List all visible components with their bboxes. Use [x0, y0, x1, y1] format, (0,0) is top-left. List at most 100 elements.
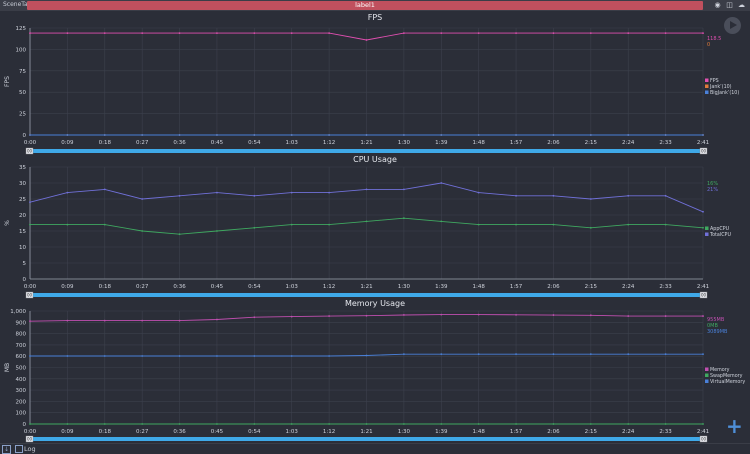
x-tick-label: 2:15: [585, 140, 598, 146]
data-point: [477, 191, 480, 194]
y-tick-label: 25: [19, 197, 26, 203]
x-tick-label: 1:03: [286, 284, 299, 290]
data-point: [29, 423, 31, 425]
x-tick-label: 2:06: [547, 429, 560, 435]
range-slider-right-label[interactable]: 00: [701, 437, 707, 442]
data-point: [253, 423, 256, 425]
data-point: [141, 198, 144, 200]
x-tick-label: 1:12: [323, 284, 335, 290]
y-tick-label: 15: [19, 229, 26, 235]
data-point: [328, 315, 331, 317]
x-tick-label: 1:48: [472, 429, 485, 435]
x-tick-label: 2:15: [585, 284, 598, 290]
data-point: [702, 210, 704, 213]
data-point: [253, 32, 256, 35]
y-axis-label: %: [4, 220, 11, 226]
data-point: [515, 313, 517, 316]
y-tick-label: 200: [16, 399, 27, 405]
legend-label: FPS: [710, 78, 719, 84]
legend-swatch: [705, 379, 709, 383]
data-point: [103, 423, 106, 425]
range-slider-left-label[interactable]: 00: [27, 149, 33, 154]
data-point: [365, 354, 368, 357]
charts-canvas: FPSFPS02550751001250:00 0:09 0:18 0:27 0:36 0…: [4, 13, 745, 443]
y-tick-label: 500: [16, 366, 27, 372]
range-slider-left-label[interactable]: 00: [27, 437, 33, 442]
data-point: [627, 134, 630, 136]
data-point: [702, 32, 704, 35]
y-tick-label: 700: [16, 343, 27, 349]
log-checkbox[interactable]: [15, 445, 23, 453]
data-point: [365, 134, 368, 136]
x-tick-label: 2:41: [697, 140, 709, 146]
data-point: [440, 182, 443, 184]
x-tick-label: 2:41: [697, 284, 709, 290]
data-point: [440, 220, 443, 223]
data-point: [178, 233, 181, 236]
range-slider-left-label[interactable]: 00: [27, 293, 33, 298]
x-tick-label: 1:30: [398, 284, 411, 290]
x-tick-label: 1:21: [360, 140, 372, 146]
data-point: [290, 223, 293, 226]
data-point: [103, 223, 106, 226]
chart-title: Memory Usage: [345, 299, 405, 308]
data-point: [66, 32, 69, 35]
data-point: [29, 355, 31, 357]
data-point: [664, 32, 667, 35]
data-point: [402, 134, 405, 136]
y-axis-label: FPS: [4, 76, 11, 87]
data-point: [515, 32, 517, 35]
range-slider-right-label[interactable]: 00: [701, 293, 707, 298]
data-point: [440, 134, 443, 136]
data-point: [66, 423, 69, 425]
data-point: [552, 223, 555, 226]
data-point: [290, 134, 293, 136]
data-point: [253, 226, 256, 229]
x-tick-label: 0:45: [211, 140, 224, 146]
data-point: [103, 32, 106, 35]
range-slider-right-label[interactable]: 00: [701, 149, 707, 154]
x-tick-label: 0:54: [248, 140, 261, 146]
legend-label: BigJank’(10): [710, 90, 739, 96]
range-slider-track[interactable]: [27, 437, 706, 441]
x-tick-label: 0:27: [136, 140, 149, 146]
data-point: [290, 315, 293, 318]
range-slider-track[interactable]: [27, 149, 706, 153]
legend-label: SwapMemory: [710, 373, 743, 379]
data-point: [477, 134, 480, 136]
x-tick-label: 1:48: [472, 284, 485, 290]
data-point: [589, 134, 592, 136]
y-tick-label: 300: [16, 388, 27, 394]
x-tick-label: 0:18: [99, 284, 112, 290]
legend-label: Memory: [710, 367, 730, 373]
data-point: [29, 134, 31, 136]
data-point: [178, 194, 181, 197]
y-tick-label: 100: [16, 411, 27, 417]
x-tick-label: 2:06: [547, 140, 560, 146]
x-tick-label: 0:00: [24, 284, 37, 290]
y-tick-label: 1,000: [10, 309, 26, 315]
add-icon[interactable]: +: [726, 414, 743, 438]
data-point: [328, 355, 331, 357]
data-point: [440, 423, 443, 425]
y-tick-label: 25: [19, 112, 26, 118]
data-point: [702, 226, 704, 229]
chart-title: CPU Usage: [353, 155, 397, 164]
data-point: [589, 226, 592, 229]
legend-label: VirtualMemory: [710, 379, 745, 385]
x-tick-label: 0:27: [136, 284, 149, 290]
legend-label: Jank’(10): [709, 84, 732, 90]
y-tick-label: 0: [23, 277, 27, 283]
data-point: [402, 32, 405, 35]
y-tick-label: 900: [16, 320, 27, 326]
legend-label: AppCPU: [710, 226, 730, 232]
x-tick-label: 0:09: [61, 140, 74, 146]
data-point: [365, 39, 368, 41]
data-point: [29, 201, 31, 204]
x-tick-label: 2:24: [622, 140, 635, 146]
data-point: [290, 191, 293, 194]
x-tick-label: 1:21: [360, 284, 372, 290]
x-tick-label: 2:15: [585, 429, 598, 435]
range-slider-track[interactable]: [27, 293, 706, 297]
chart-title: FPS: [368, 13, 383, 22]
